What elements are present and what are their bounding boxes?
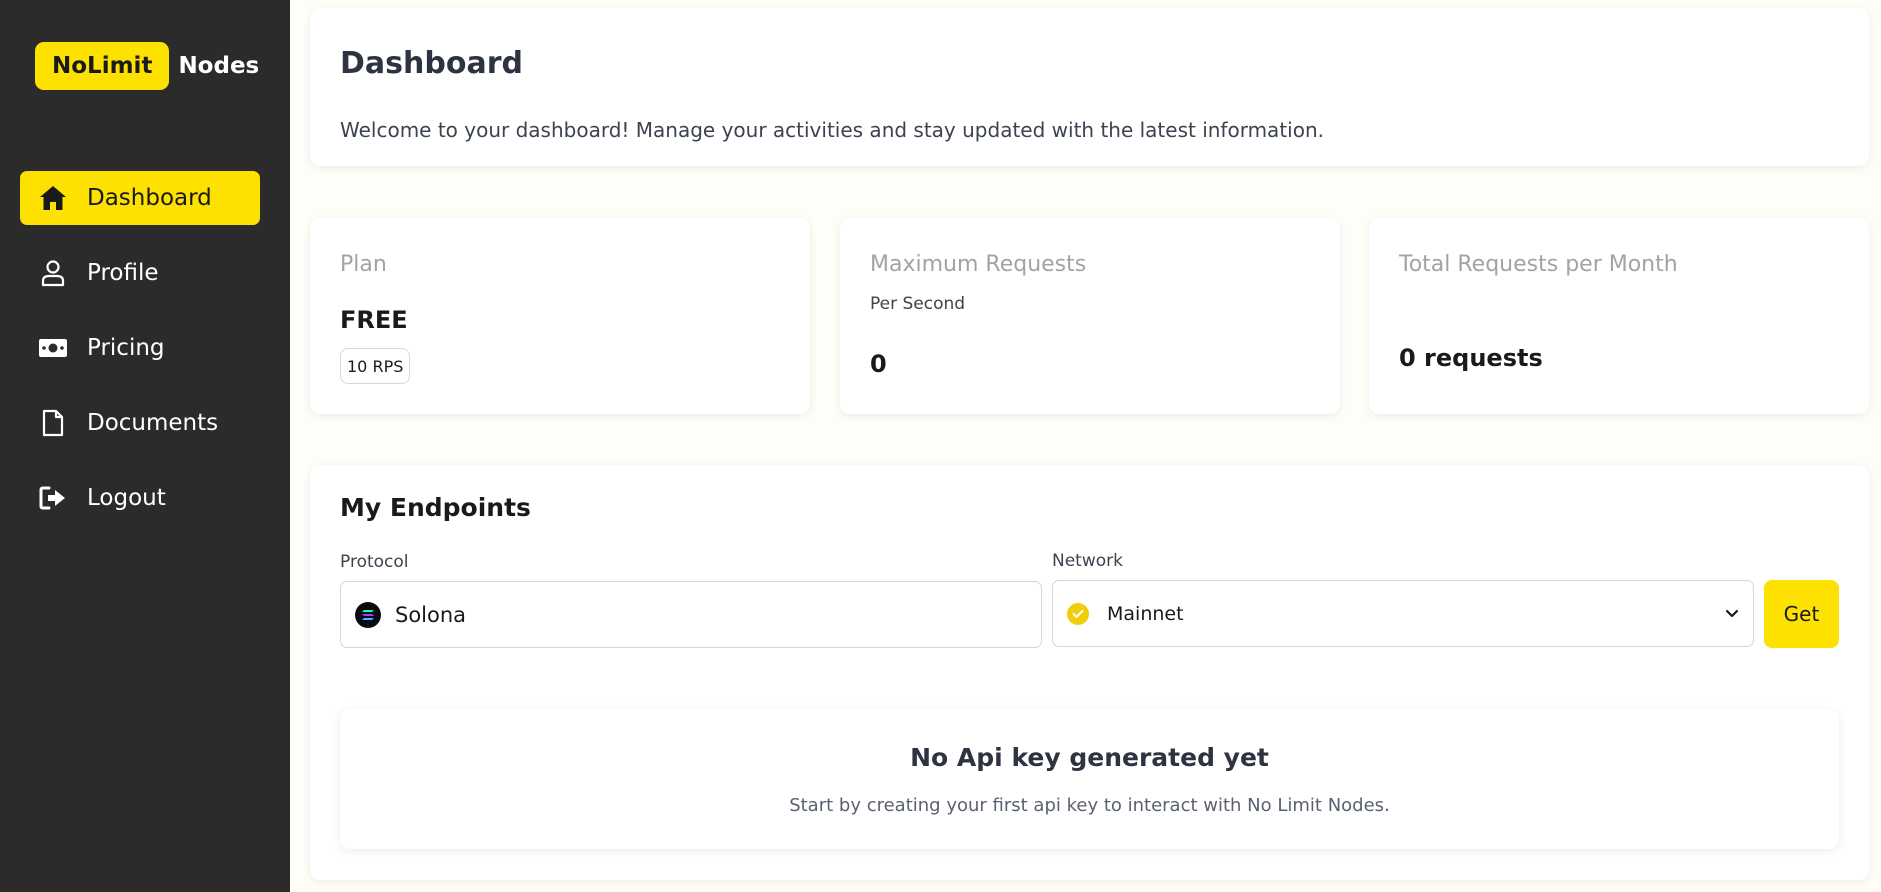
sidebar-item-label: Pricing: [87, 335, 165, 361]
endpoints-card: My Endpoints Protocol Solona Network Mai…: [310, 465, 1869, 880]
max-requests-value: 0: [870, 350, 887, 378]
sidebar-item-label: Logout: [87, 485, 166, 511]
total-requests-card: Total Requests per Month 0 requests: [1369, 218, 1869, 414]
page-title: Dashboard: [340, 46, 523, 81]
check-circle-icon: [1067, 602, 1089, 625]
money-icon: [37, 332, 69, 364]
empty-state-title: No Api key generated yet: [910, 743, 1269, 772]
network-label: Network: [1052, 551, 1123, 571]
empty-state-description: Start by creating your first api key to …: [789, 795, 1390, 816]
empty-state: No Api key generated yet Start by creati…: [340, 709, 1839, 849]
sidebar-item-label: Dashboard: [87, 185, 212, 211]
logo[interactable]: NoLimit Nodes: [35, 42, 259, 90]
document-icon: [37, 407, 69, 439]
welcome-card: Dashboard Welcome to your dashboard! Man…: [310, 8, 1869, 166]
chevron-down-icon: [1725, 605, 1739, 627]
solana-icon: [355, 601, 381, 628]
sidebar-item-pricing[interactable]: Pricing: [20, 321, 260, 375]
sidebar-item-dashboard[interactable]: Dashboard: [20, 171, 260, 225]
protocol-value: Solona: [395, 602, 467, 627]
home-icon: [37, 182, 69, 214]
sidebar-nav: Dashboard Profile Pricing Documents Logo…: [20, 171, 260, 546]
max-requests-subtitle: Per Second: [870, 294, 966, 314]
sidebar-item-logout[interactable]: Logout: [20, 471, 260, 525]
logout-icon: [37, 482, 69, 514]
network-value: Mainnet: [1107, 602, 1184, 625]
plan-card: Plan FREE 10 RPS: [310, 218, 810, 414]
sidebar-item-label: Documents: [87, 410, 219, 436]
sidebar-item-profile[interactable]: Profile: [20, 246, 260, 300]
logo-text: Nodes: [178, 53, 260, 79]
max-requests-title: Maximum Requests: [870, 252, 1087, 277]
logo-badge: NoLimit: [35, 42, 170, 90]
rps-badge: 10 RPS: [340, 348, 411, 384]
sidebar-item-documents[interactable]: Documents: [20, 396, 260, 450]
get-button[interactable]: Get: [1764, 580, 1839, 648]
total-requests-value: 0 requests: [1399, 344, 1543, 372]
total-requests-title: Total Requests per Month: [1399, 252, 1678, 277]
protocol-label: Protocol: [340, 552, 409, 572]
network-select[interactable]: Mainnet: [1052, 580, 1754, 647]
sidebar-item-label: Profile: [87, 260, 159, 286]
protocol-field[interactable]: Solona: [340, 581, 1042, 648]
plan-title: Plan: [340, 252, 387, 277]
plan-value: FREE: [340, 306, 408, 334]
endpoints-title: My Endpoints: [340, 493, 531, 522]
user-icon: [37, 257, 69, 289]
sidebar: NoLimit Nodes Dashboard Profile Pricing: [0, 0, 290, 892]
max-requests-card: Maximum Requests Per Second 0: [840, 218, 1340, 414]
welcome-text: Welcome to your dashboard! Manage your a…: [340, 118, 1324, 142]
